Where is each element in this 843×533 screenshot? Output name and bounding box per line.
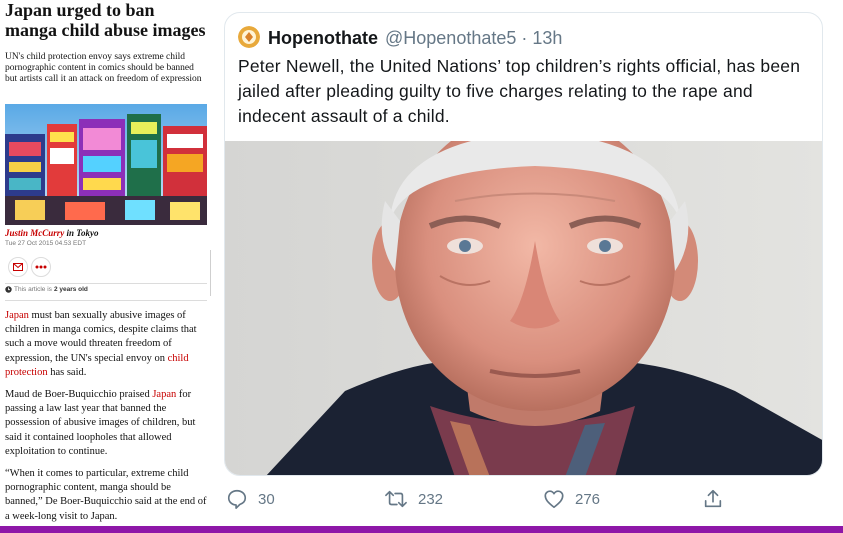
byline-location: in Tokyo: [66, 228, 99, 238]
byline-author[interactable]: Justin McCurry: [5, 228, 64, 238]
tweet-text: Peter Newell, the United Nations’ top ch…: [238, 56, 801, 126]
article-age-value: 2 years old: [53, 286, 88, 293]
share-button[interactable]: [702, 488, 724, 510]
japan-link[interactable]: Japan: [5, 310, 29, 321]
more-icon: [35, 265, 47, 269]
akihabara-photo: [5, 104, 207, 225]
retweet-button[interactable]: 232: [384, 488, 443, 510]
mail-icon: [13, 263, 23, 271]
bottom-accent-bar: [0, 526, 843, 533]
divider: [5, 283, 207, 284]
article-standfirst: UN's child protection envoy says extreme…: [5, 52, 202, 84]
paragraph-text: has said.: [47, 366, 87, 378]
article-dateline: Tue 27 Oct 2015 04.53 EDT: [5, 240, 87, 247]
divider: [210, 250, 211, 296]
share-icon: [704, 489, 722, 508]
tweet-action-bar: 30 232 276: [224, 486, 823, 516]
like-icon: [544, 490, 564, 509]
clock-icon: [5, 286, 12, 293]
paragraph-text: Maud de Boer-Buquicchio praised: [5, 389, 153, 401]
japan-link[interactable]: Japan: [152, 389, 176, 400]
like-count: 276: [575, 490, 601, 508]
paragraph-text: “When it comes to particular, extreme ch…: [5, 468, 207, 522]
article-age-notice: This article is 2 years old: [5, 286, 88, 293]
avatar[interactable]: [238, 26, 260, 48]
tweet-photo[interactable]: [225, 141, 822, 475]
reply-count: 30: [258, 490, 275, 508]
more-share-button[interactable]: [31, 257, 51, 277]
article-paragraph: Japan must ban sexually abusive images o…: [5, 309, 210, 380]
retweet-count: 232: [418, 490, 444, 508]
article-byline[interactable]: Justin McCurry in Tokyo: [5, 228, 98, 238]
article-age-prefix: This article is: [14, 286, 52, 293]
article-headline: Japan urged to ban manga child abuse ima…: [5, 0, 206, 40]
reply-icon: [227, 489, 247, 509]
divider: [5, 300, 207, 301]
retweet-icon: [385, 490, 407, 508]
article-body: Japan must ban sexually abusive images o…: [5, 309, 210, 526]
tweet-card[interactable]: Hopenothate @Hopenothate5 · 13h Peter Ne…: [224, 12, 823, 476]
tweet-handle-time[interactable]: @Hopenothate5 · 13h: [385, 26, 562, 50]
like-button[interactable]: 276: [543, 488, 600, 510]
article-panel: Japan urged to ban manga child abuse ima…: [0, 0, 216, 526]
tweet-display-name[interactable]: Hopenothate: [268, 26, 378, 50]
article-paragraph: “When it comes to particular, extreme ch…: [5, 467, 210, 524]
reply-button[interactable]: 30: [226, 488, 275, 510]
article-paragraph: Maud de Boer-Buquicchio praised Japan fo…: [5, 388, 210, 459]
email-share-button[interactable]: [8, 257, 28, 277]
